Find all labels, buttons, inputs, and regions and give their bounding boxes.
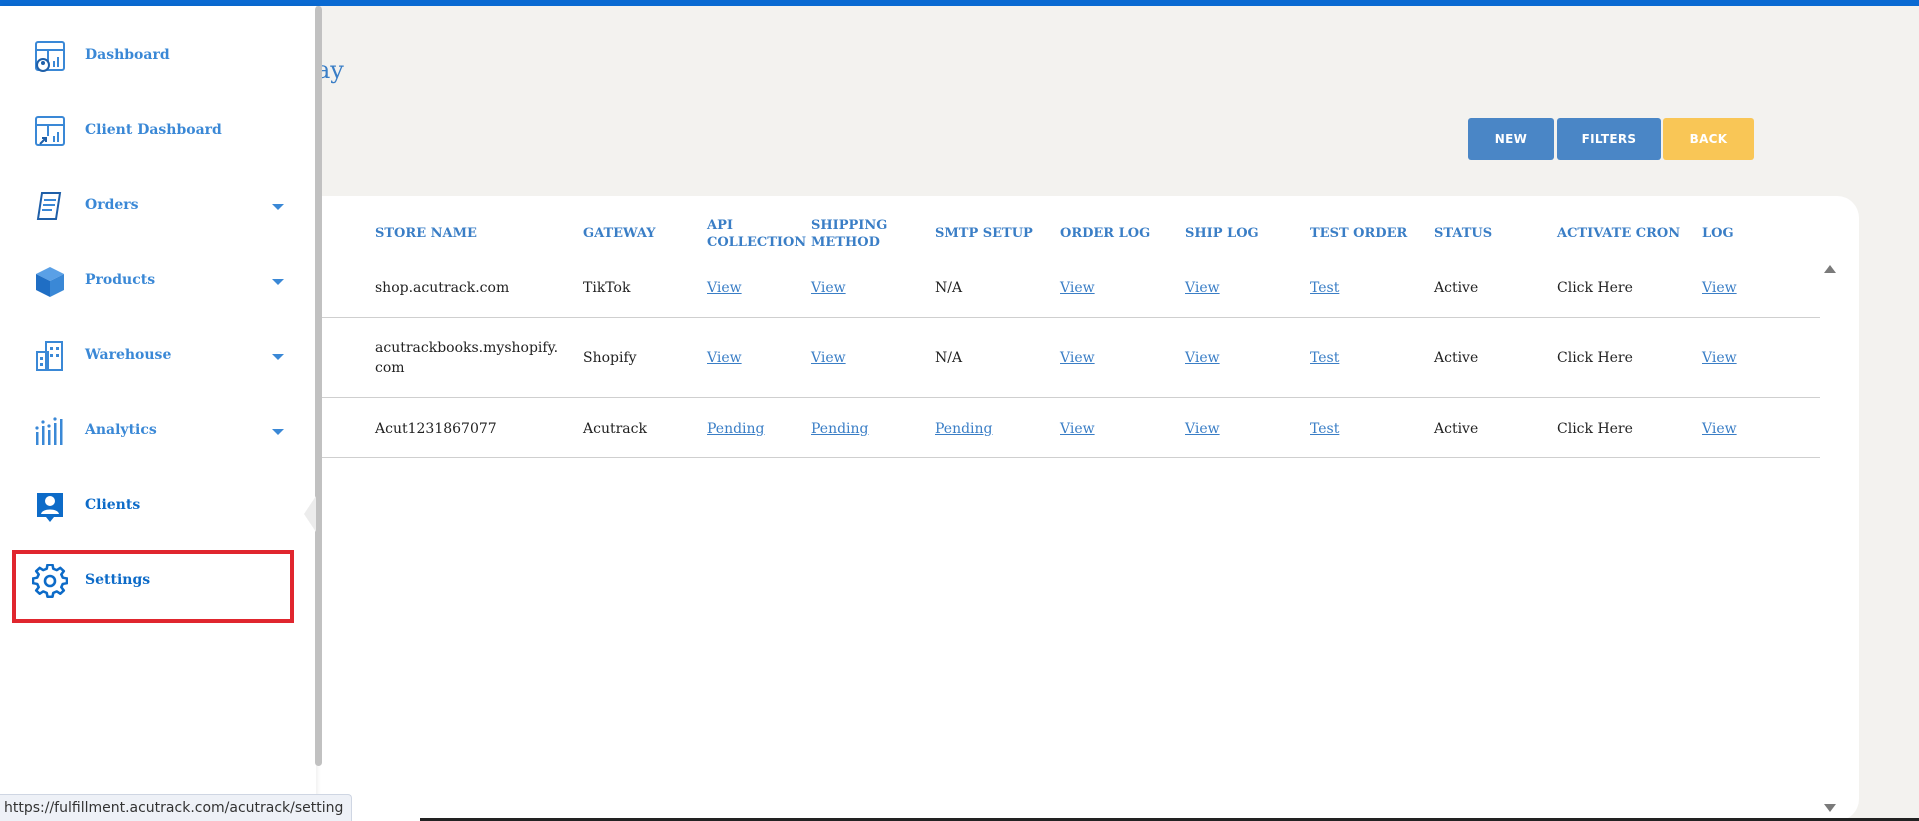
sidebar-item-orders[interactable]: Orders	[14, 177, 294, 237]
status-bar-url: https://fulfillment.acutrack.com/acutrac…	[0, 794, 353, 821]
header-order-log[interactable]: ORDER LOG	[1060, 225, 1150, 242]
cell-gateway: Shopify	[583, 350, 637, 366]
clients-icon	[37, 493, 63, 522]
row-divider	[322, 397, 1820, 398]
chevron-down-icon[interactable]	[272, 204, 284, 210]
cell-store-name: shop.acutrack.com	[375, 280, 510, 296]
sidebar-item-products[interactable]: Products	[14, 252, 294, 312]
chevron-down-icon[interactable]	[272, 354, 284, 360]
chevron-down-icon[interactable]	[272, 429, 284, 435]
settings-highlight-annotation	[12, 550, 294, 623]
filters-button[interactable]: FILTERS	[1557, 118, 1661, 160]
api-collection-link[interactable]: View	[707, 278, 742, 298]
new-button[interactable]: NEW	[1468, 118, 1554, 160]
scroll-down-arrow-icon[interactable]	[1824, 804, 1836, 812]
sidebar-item-label: Warehouse	[85, 347, 172, 363]
shipping-method-link[interactable]: Pending	[811, 419, 869, 439]
header-api-collection-line2: COLLECTION	[707, 235, 807, 250]
log-link[interactable]: View	[1702, 278, 1737, 298]
header-api-collection-line1: API	[707, 218, 733, 233]
dashboard-icon	[35, 41, 65, 72]
cell-store-name: acutrackbooks.myshopify. com	[375, 338, 558, 378]
analytics-icon	[35, 417, 63, 445]
store-name-line1: acutrackbooks.myshopify.	[375, 340, 559, 356]
sidebar-item-label: Analytics	[85, 422, 157, 438]
sidebar-item-client-dashboard[interactable]: Client Dashboard	[14, 102, 294, 162]
sidebar-item-dashboard[interactable]: Dashboard	[14, 27, 294, 87]
test-order-link[interactable]: Test	[1310, 278, 1339, 298]
smtp-setup-link[interactable]: Pending	[935, 419, 993, 439]
cell-smtp-setup: N/A	[935, 350, 963, 366]
sidebar-collapse-handle[interactable]	[304, 496, 316, 532]
cell-status: Active	[1434, 350, 1479, 366]
shipping-method-link[interactable]: View	[811, 348, 846, 368]
test-order-link[interactable]: Test	[1310, 348, 1339, 368]
orders-icon	[36, 192, 62, 220]
header-activate-cron[interactable]: ACTIVATE CRON	[1557, 225, 1680, 242]
sidebar-item-warehouse[interactable]: Warehouse	[14, 327, 294, 387]
back-button[interactable]: BACK	[1663, 118, 1754, 160]
store-name-line2: com	[375, 360, 405, 376]
cell-status: Active	[1434, 421, 1479, 437]
sidebar: Dashboard Client Dashboard Orders Produc…	[0, 6, 316, 821]
scroll-up-arrow-icon[interactable]	[1824, 265, 1836, 273]
sidebar-scrollbar[interactable]	[315, 6, 322, 766]
sidebar-item-label: Dashboard	[85, 47, 170, 63]
ship-log-link[interactable]: View	[1185, 278, 1220, 298]
cell-gateway: TikTok	[583, 280, 631, 296]
sidebar-item-label: Client Dashboard	[85, 122, 222, 138]
log-link[interactable]: View	[1702, 419, 1737, 439]
header-gateway[interactable]: GATEWAY	[583, 225, 656, 242]
sidebar-item-label: Products	[85, 272, 156, 288]
test-order-link[interactable]: Test	[1310, 419, 1339, 439]
header-log[interactable]: LOG	[1702, 225, 1734, 242]
sidebar-item-clients[interactable]: Clients	[14, 477, 294, 537]
client-dashboard-icon	[35, 116, 65, 146]
header-shipping-method-line1: SHIPPING	[811, 218, 888, 233]
activate-cron-link[interactable]: Click Here	[1557, 419, 1633, 439]
order-log-link[interactable]: View	[1060, 419, 1095, 439]
activate-cron-link[interactable]: Click Here	[1557, 348, 1633, 368]
order-log-link[interactable]: View	[1060, 348, 1095, 368]
header-shipping-method-line2: METHOD	[811, 235, 880, 250]
ship-log-link[interactable]: View	[1185, 348, 1220, 368]
sidebar-item-label: Orders	[85, 197, 139, 213]
header-api-collection[interactable]: API COLLECTION	[707, 217, 806, 251]
header-test-order[interactable]: TEST ORDER	[1310, 225, 1407, 242]
sidebar-item-label: Clients	[85, 497, 141, 513]
row-divider	[322, 317, 1820, 318]
shipping-method-link[interactable]: View	[811, 278, 846, 298]
header-shipping-method[interactable]: SHIPPING METHOD	[811, 217, 887, 251]
cell-gateway: Acutrack	[583, 421, 647, 437]
log-link[interactable]: View	[1702, 348, 1737, 368]
header-ship-log[interactable]: SHIP LOG	[1185, 225, 1259, 242]
header-smtp-setup[interactable]: SMTP SETUP	[935, 225, 1033, 242]
chevron-down-icon[interactable]	[272, 279, 284, 285]
api-collection-link[interactable]: View	[707, 348, 742, 368]
cell-smtp-setup: N/A	[935, 280, 963, 296]
row-divider	[322, 457, 1820, 458]
products-icon	[36, 267, 64, 297]
header-status[interactable]: STATUS	[1434, 225, 1492, 242]
sidebar-item-analytics[interactable]: Analytics	[14, 402, 294, 462]
header-store-name[interactable]: STORE NAME	[375, 225, 477, 242]
api-collection-link[interactable]: Pending	[707, 419, 765, 439]
warehouse-icon	[36, 341, 63, 371]
order-log-link[interactable]: View	[1060, 278, 1095, 298]
ship-log-link[interactable]: View	[1185, 419, 1220, 439]
activate-cron-link[interactable]: Click Here	[1557, 278, 1633, 298]
cell-store-name: Acut1231867077	[375, 421, 497, 437]
cell-status: Active	[1434, 280, 1479, 296]
